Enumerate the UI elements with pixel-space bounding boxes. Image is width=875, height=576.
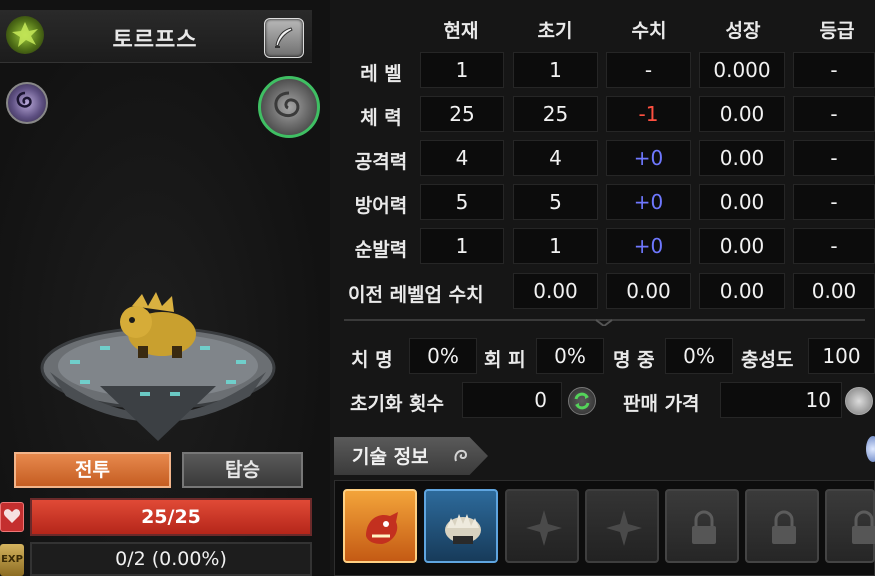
heart-icon (0, 502, 24, 532)
loyalty-label: 충성도 (741, 349, 794, 371)
skill-info-tab-label: 기술 정보 (352, 446, 429, 468)
ride-button[interactable]: 탑승 (182, 452, 303, 488)
hp-bar: 25/25 (30, 498, 312, 536)
column-header-grade: 등급 (819, 20, 855, 42)
monster-element-icon[interactable] (6, 16, 44, 54)
stat-cell: 1 (513, 52, 598, 88)
sell-price-label: 판매 가격 (623, 393, 700, 415)
crit-label: 치 명 (351, 349, 393, 371)
stat-cell: 25 (513, 96, 598, 132)
stat-cell: +0 (606, 184, 691, 220)
stat-cell: 25 (420, 96, 504, 132)
monster-name: 토르프스 (112, 28, 198, 53)
accuracy-value: 0% (665, 338, 733, 374)
red-dragon-skill-icon (366, 512, 398, 544)
stat-cell: 0.00 (699, 184, 785, 220)
stat-cell: - (793, 52, 875, 88)
stat-cell: - (793, 228, 875, 264)
loyalty-value: 100 (808, 338, 875, 374)
stat-cell: 5 (420, 184, 504, 220)
coin-icon (845, 387, 873, 415)
column-header-current: 현재 (443, 20, 479, 42)
stat-label-attack: 공격력 (354, 151, 408, 173)
monster-creature (120, 292, 196, 358)
stat-label-defense: 방어력 (354, 195, 408, 217)
stat-cell: 4 (513, 140, 598, 176)
evade-value: 0% (536, 338, 604, 374)
sell-price-value: 10 (720, 382, 842, 418)
stat-cell: 1 (420, 228, 504, 264)
lock-icon (852, 510, 875, 544)
refresh-icon (574, 392, 590, 410)
column-header-initial: 초기 (537, 20, 573, 42)
skill-slot-3[interactable] (505, 489, 579, 563)
reset-count-value: 0 (462, 382, 562, 418)
crit-value: 0% (409, 338, 477, 374)
reset-count-label: 초기화 횟수 (350, 393, 445, 415)
stat-label-hp: 체 력 (360, 107, 402, 129)
skill-slot-1[interactable] (343, 489, 417, 563)
prev-levelup-cell: 0.00 (606, 273, 691, 309)
column-header-value: 수치 (631, 20, 667, 42)
prev-levelup-cell: 0.00 (513, 273, 598, 309)
column-header-growth: 성장 (725, 20, 761, 42)
lock-icon (772, 510, 796, 544)
section-divider (344, 319, 865, 326)
stat-cell: 5 (513, 184, 598, 220)
swirl-icon (454, 449, 467, 462)
skill-slot-2[interactable] (424, 489, 498, 563)
exp-bar: 0/2 (0.00%) (30, 542, 312, 576)
reset-button[interactable] (568, 387, 596, 415)
stat-cell: 4 (420, 140, 504, 176)
stat-cell: - (793, 96, 875, 132)
prev-levelup-cell: 0.00 (699, 273, 785, 309)
empty-slot-icon (526, 510, 562, 546)
accuracy-label: 명 중 (613, 349, 655, 371)
prev-levelup-cell: 0.00 (793, 273, 875, 309)
stat-cell: 0.00 (699, 140, 785, 176)
exp-icon: EXP (0, 544, 24, 576)
stat-cell: +0 (606, 140, 691, 176)
stat-cell: 0.000 (699, 52, 785, 88)
stat-cell: - (793, 140, 875, 176)
stat-cell: -1 (606, 96, 691, 132)
stat-cell: 1 (513, 228, 598, 264)
stat-label-agility: 순발력 (354, 239, 408, 261)
skill-slot-4[interactable] (585, 489, 659, 563)
quill-icon (275, 27, 293, 48)
stat-label-level: 레 벨 (360, 63, 402, 85)
empty-slot-icon (606, 510, 642, 546)
spiked-shell-skill-icon (445, 514, 481, 544)
stat-cell: 0.00 (699, 96, 785, 132)
stat-cell: - (606, 52, 691, 88)
side-orb-icon (866, 436, 875, 462)
hp-text: 25/25 (141, 506, 201, 528)
prev-levelup-label: 이전 레벨업 수치 (348, 284, 484, 306)
lock-icon (692, 510, 716, 544)
skill-slot-5[interactable] (665, 489, 739, 563)
skill-slot-6[interactable] (745, 489, 819, 563)
rename-button[interactable] (264, 18, 304, 58)
stat-cell: - (793, 184, 875, 220)
evade-label: 회 피 (484, 349, 526, 371)
spirit-orb-icon[interactable] (6, 82, 48, 124)
stat-cell: 0.00 (699, 228, 785, 264)
skill-slot-7[interactable] (825, 489, 875, 563)
rune-stone-icon[interactable] (258, 76, 320, 138)
stat-cell: +0 (606, 228, 691, 264)
stat-cell: 1 (420, 52, 504, 88)
battle-button[interactable]: 전투 (14, 452, 171, 488)
monster-panel: 토르프스 전투 탑승 25/25 EXP 0/2 (0.00%) (0, 0, 330, 576)
exp-text: 0/2 (0.00%) (115, 548, 227, 570)
